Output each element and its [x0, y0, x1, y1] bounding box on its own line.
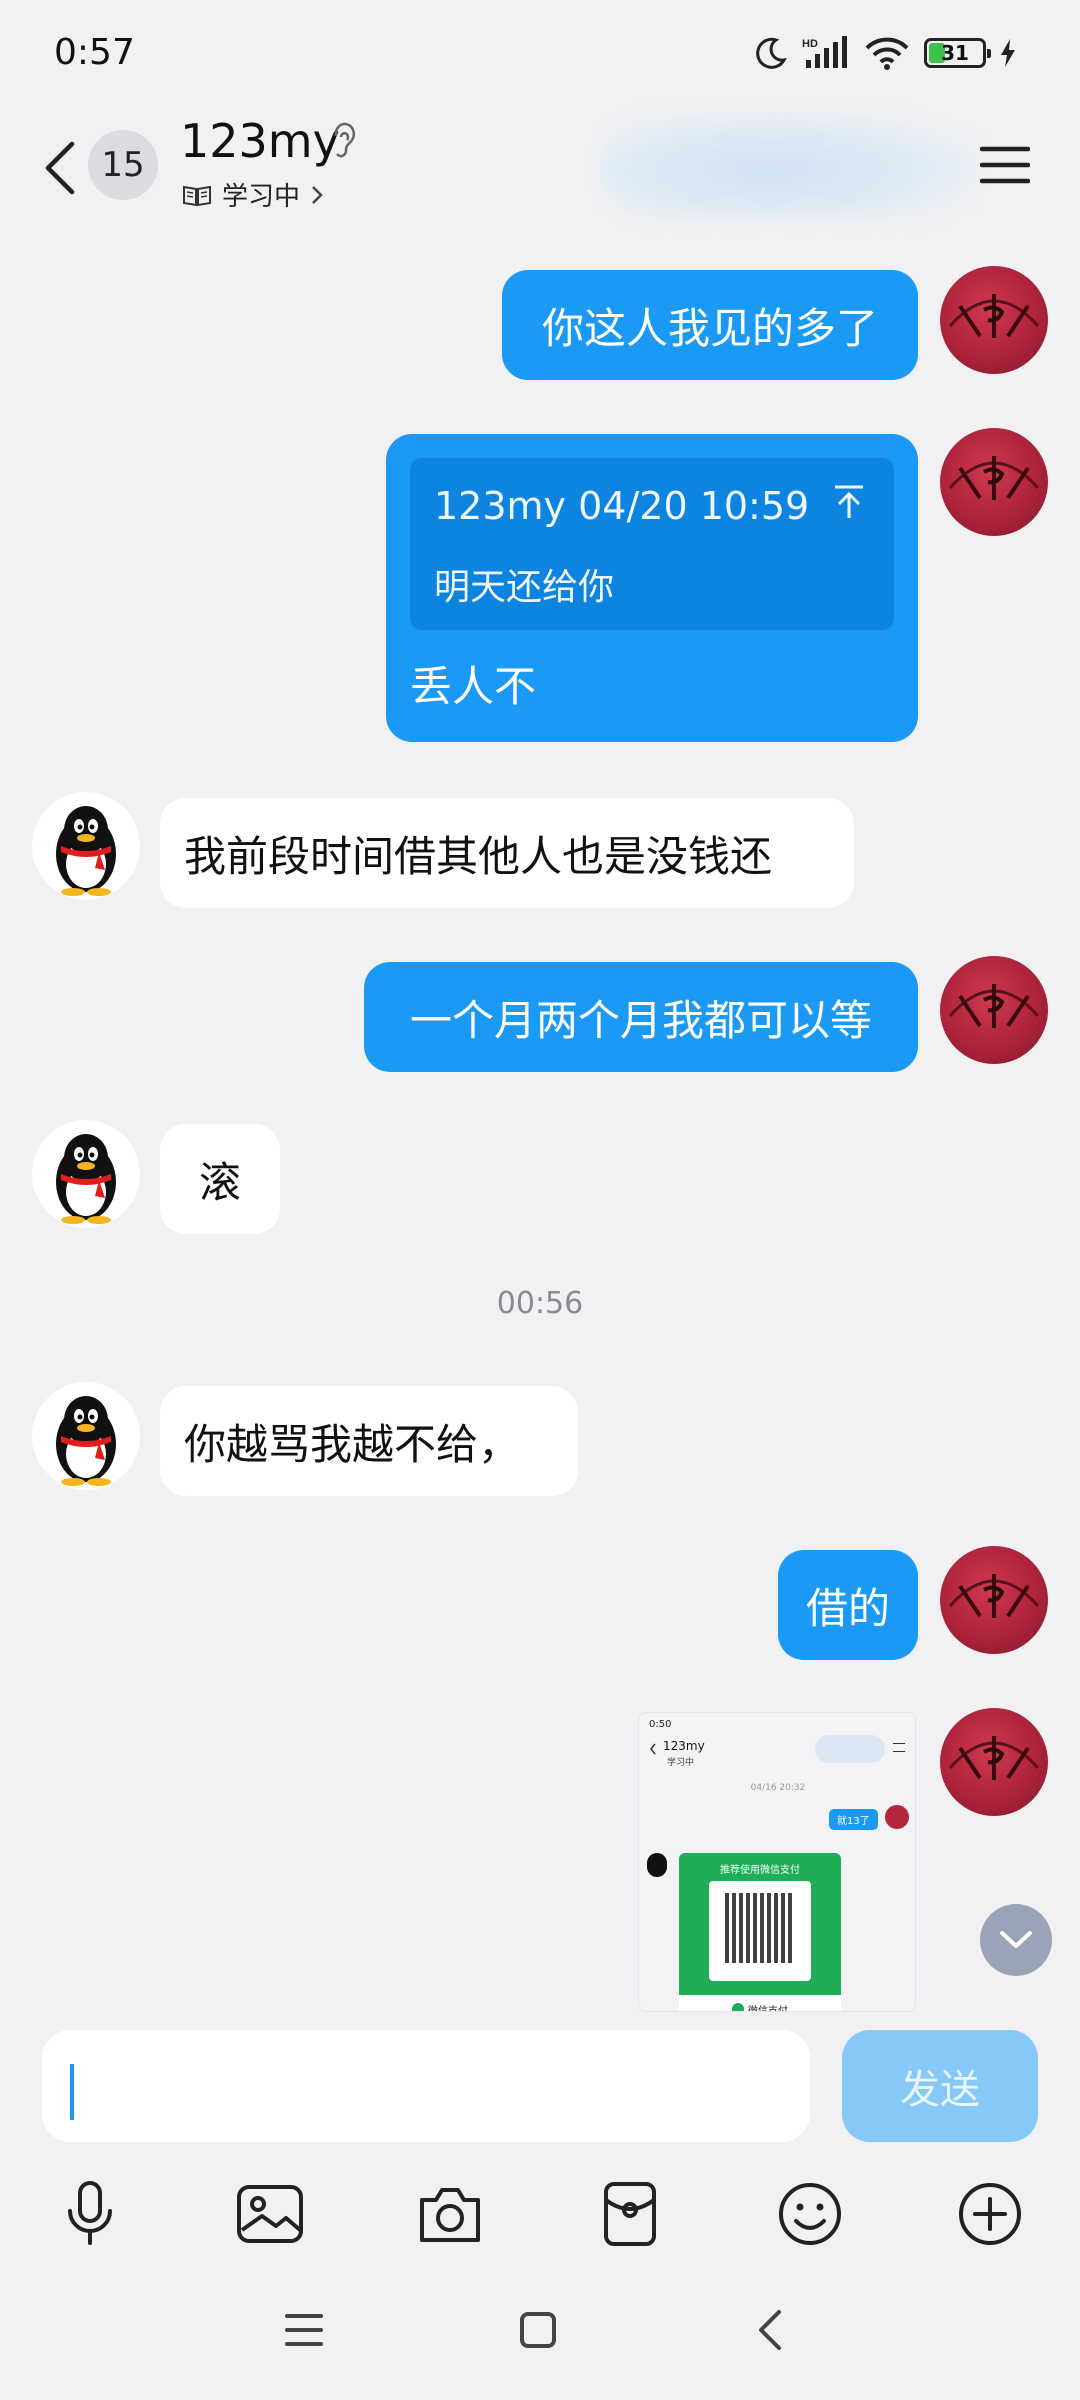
jump-to-top-icon[interactable]	[832, 484, 866, 520]
camera-icon	[420, 2188, 480, 2242]
contact-status[interactable]: 学习中	[182, 176, 324, 213]
contact-name[interactable]: 123my	[180, 114, 340, 168]
thumb-back-icon	[650, 1743, 656, 1755]
status-bar: 0:57 HD 31	[0, 0, 1080, 110]
thumb-avatar	[885, 1805, 909, 1829]
my-avatar[interactable]	[940, 1708, 1048, 1816]
ear-icon[interactable]	[328, 122, 360, 162]
thumb-bubble: 就13了	[829, 1809, 878, 1830]
svg-text:HD: HD	[802, 38, 818, 50]
penguin-avatar-icon	[56, 1396, 116, 1486]
emoji-button[interactable]	[768, 2172, 852, 2256]
my-avatar[interactable]	[940, 428, 1048, 536]
message-text: 滚	[198, 1157, 241, 1207]
message-bubble[interactable]: 你这人我见的多了	[502, 270, 918, 380]
fan-avatar-image	[948, 294, 1040, 338]
message-text: 你这人我见的多了	[541, 303, 878, 353]
thumb-card-title: 推荐使用微信支付	[720, 1865, 800, 1876]
thumb-card-footer: 微信支付	[679, 1995, 841, 2012]
thumb-status: 学习中	[667, 1758, 695, 1768]
photo-button[interactable]	[228, 2172, 312, 2256]
fan-avatar-image	[948, 456, 1040, 500]
penguin-avatar-icon	[56, 806, 116, 896]
blurred-region	[600, 110, 980, 220]
charging-icon	[1001, 39, 1015, 67]
more-button[interactable]	[948, 2172, 1032, 2256]
status-time: 0:57	[54, 32, 135, 73]
message-text: 一个月两个月我都可以等	[409, 995, 872, 1045]
my-avatar[interactable]	[940, 1546, 1048, 1654]
voice-button[interactable]	[48, 2172, 132, 2256]
quote-header: 123my 04/20 10:59	[434, 484, 810, 528]
quote-block[interactable]: 123my 04/20 10:59 明天还给你	[410, 458, 894, 630]
battery-icon: 31	[924, 38, 991, 68]
microphone-icon	[68, 2181, 112, 2245]
home-button[interactable]	[508, 2300, 568, 2360]
message-text: 丢人不	[410, 662, 537, 711]
square-icon	[520, 2312, 556, 2348]
message-text: 我前段时间借其他人也是没钱还	[184, 831, 773, 881]
thumb-menu-icon	[893, 1743, 905, 1752]
camera-button[interactable]	[408, 2172, 492, 2256]
hamburger-menu-icon	[980, 146, 1030, 184]
chevron-left-icon	[45, 141, 75, 195]
fan-avatar-image	[948, 1736, 1040, 1780]
message-bubble[interactable]: 一个月两个月我都可以等	[364, 962, 918, 1072]
thumb-blur	[815, 1735, 885, 1763]
thumb-time: 0:50	[649, 1719, 672, 1730]
message-input[interactable]	[42, 2030, 810, 2142]
text-caret	[70, 2064, 74, 2120]
my-avatar[interactable]	[940, 956, 1048, 1064]
message-bubble[interactable]: 滚	[160, 1124, 280, 1234]
thumb-card-sub: 微信支付	[748, 2005, 788, 2012]
my-avatar[interactable]	[940, 266, 1048, 374]
thumb-penguin-avatar	[647, 1853, 667, 1877]
message-bubble[interactable]: 你越骂我越不给，	[160, 1386, 578, 1496]
fan-avatar-image	[948, 1574, 1040, 1618]
fan-avatar-image	[948, 984, 1040, 1028]
screenshot-image[interactable]: 0:50 123my 学习中 04/16 20:32 就13了 推荐使用微信支付…	[638, 1712, 916, 2012]
quote-text: 明天还给你	[434, 567, 615, 608]
red-packet-icon	[604, 2182, 656, 2246]
thumb-date: 04/16 20:32	[750, 1783, 806, 1793]
thumb-name: 123my	[663, 1739, 705, 1753]
contact-avatar[interactable]	[32, 1120, 140, 1228]
red-packet-button[interactable]	[588, 2172, 672, 2256]
penguin-avatar-icon	[56, 1134, 116, 1224]
recent-apps-button[interactable]	[274, 2300, 334, 2360]
plus-icon	[959, 2183, 1021, 2245]
book-icon	[183, 185, 211, 206]
signal-icon: HD	[802, 36, 847, 68]
message-text: 借的	[805, 1583, 890, 1633]
hamburger-menu-icon	[285, 2314, 323, 2346]
unread-badge[interactable]: 15	[88, 130, 158, 200]
back-button[interactable]	[34, 130, 84, 206]
system-back-button[interactable]	[740, 2300, 800, 2360]
scroll-to-bottom-button[interactable]	[980, 1904, 1052, 1976]
message-text: 你越骂我越不给，	[184, 1419, 521, 1469]
chevron-right-icon	[312, 185, 323, 204]
message-bubble[interactable]: 借的	[778, 1550, 918, 1660]
contact-avatar[interactable]	[32, 792, 140, 900]
menu-button[interactable]	[970, 130, 1040, 200]
message-bubble[interactable]: 我前段时间借其他人也是没钱还	[160, 798, 854, 908]
emoji-icon	[779, 2183, 841, 2245]
image-icon	[237, 2185, 303, 2243]
battery-level: 31	[941, 41, 969, 65]
wifi-icon	[865, 37, 909, 70]
send-button[interactable]: 发送	[842, 2030, 1038, 2142]
chevron-left-icon	[759, 2310, 781, 2350]
chevron-down-icon	[1000, 1931, 1032, 1948]
moon-icon	[756, 37, 787, 69]
chat-header: 15 123my 学习中	[0, 110, 1080, 230]
status-label: 学习中	[222, 182, 301, 212]
message-timestamp: 00:56	[496, 1286, 584, 1321]
thumb-qr-code	[709, 1881, 811, 1981]
status-icons: HD 31	[754, 36, 1016, 70]
thumb-payment-card: 推荐使用微信支付 微信支付	[679, 1853, 841, 2012]
contact-avatar[interactable]	[32, 1382, 140, 1490]
